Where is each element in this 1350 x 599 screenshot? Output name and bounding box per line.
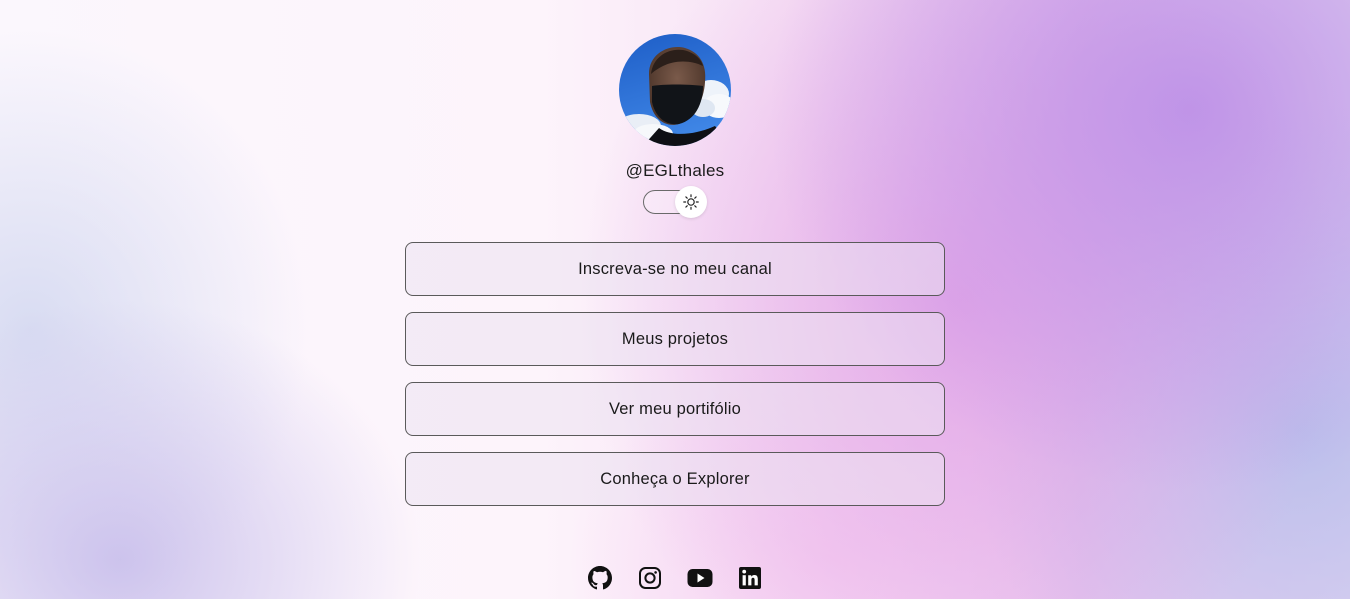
theme-toggle[interactable] (643, 186, 707, 218)
avatar (619, 34, 731, 146)
github-link[interactable] (575, 566, 625, 599)
linkedin-link[interactable] (725, 566, 775, 599)
username: @EGLthales (625, 161, 725, 180)
link-explorer[interactable]: Conheça o Explorer (405, 452, 945, 506)
link-list: Inscreva-se no meu canal Meus projetos V… (405, 242, 945, 522)
youtube-icon (687, 569, 713, 587)
social-links (575, 566, 775, 599)
link-my-projects[interactable]: Meus projetos (405, 312, 945, 366)
profile-header: @EGLthales (0, 34, 1350, 181)
link-subscribe-channel[interactable]: Inscreva-se no meu canal (405, 242, 945, 296)
instagram-icon (639, 567, 661, 589)
linkedin-icon (739, 567, 761, 589)
github-icon (588, 566, 612, 590)
link-portfolio[interactable]: Ver meu portifólio (405, 382, 945, 436)
toggle-knob (675, 186, 707, 218)
sun-icon (683, 194, 699, 210)
instagram-link[interactable] (625, 566, 675, 599)
youtube-link[interactable] (675, 566, 725, 599)
